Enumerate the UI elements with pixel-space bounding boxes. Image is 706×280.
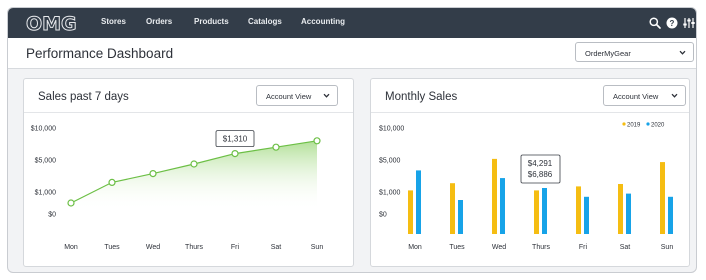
sales-tooltip: $1,310	[215, 130, 255, 148]
nav-item-orders[interactable]: Orders	[146, 17, 172, 26]
x-tick-label: Sat	[271, 244, 282, 251]
x-tick-label: Mon	[408, 244, 422, 251]
bar-2019	[408, 190, 413, 234]
x-tick-label: Sun	[661, 244, 674, 251]
monthly-account-view-value: Account View	[613, 92, 659, 101]
y-tick-label: $10,000	[31, 126, 56, 133]
legend-marker	[646, 122, 650, 126]
tooltip-label: $1,310	[223, 135, 248, 144]
bar-2019	[534, 190, 539, 234]
tooltip-label: $6,886	[528, 170, 553, 179]
top-navigation-bar: OMG Stores Orders Products Catalogs Acco…	[8, 8, 696, 38]
legend-label: 2019	[627, 123, 641, 129]
help-icon[interactable]: ?	[665, 16, 679, 30]
bar-2019	[660, 162, 665, 234]
y-tick-label: $1,000	[379, 190, 401, 197]
bar-2019	[618, 184, 623, 234]
x-tick-label: Thurs	[185, 244, 203, 251]
data-point	[190, 160, 198, 168]
y-tick-label: $5,000	[35, 158, 57, 165]
x-tick-label: Tues	[449, 244, 465, 251]
sales-account-view-value: Account View	[266, 92, 312, 101]
store-select[interactable]: OrderMyGear	[575, 42, 694, 62]
y-tick-label: $1,000	[35, 190, 57, 197]
sales-line-chart: $10,000 $5,000 $1,000 $0 Mon Tues Wed Thurs Fri S…	[31, 126, 324, 252]
chevron-down-icon	[678, 48, 687, 57]
monthly-card-title: Monthly Sales	[385, 91, 458, 103]
x-tick-label: Mon	[64, 244, 78, 251]
x-tick-label: Wed	[492, 244, 506, 251]
store-select-value: OrderMyGear	[585, 49, 631, 58]
data-point	[313, 137, 321, 145]
bar-2019	[576, 186, 581, 234]
monthly-tooltip: $4,291 $6,886	[520, 154, 561, 184]
x-tick-label: Tues	[104, 244, 120, 251]
bar-2020	[500, 178, 505, 234]
page-title: Performance Dashboard	[26, 46, 174, 61]
monthly-bar-chart: $10,000 $5,000 $1,000 $0 Mon Tues Wed Thurs Fri S…	[379, 122, 674, 251]
page-header: Performance Dashboard OrderMyGear	[8, 38, 696, 69]
data-point	[149, 169, 157, 178]
bar-2020	[542, 188, 547, 234]
chevron-down-icon	[670, 91, 679, 100]
sales-card-title: Sales past 7 days	[38, 91, 129, 103]
bar-2020	[626, 193, 631, 234]
x-tick-label: Sun	[311, 244, 324, 251]
data-point	[272, 143, 280, 151]
bar-2020	[458, 200, 463, 234]
x-tick-label: Fri	[579, 244, 588, 251]
x-tick-label: Wed	[146, 244, 160, 251]
sales-account-view-select[interactable]: Account View	[256, 85, 338, 106]
sales-area-fill	[71, 140, 317, 210]
data-point	[231, 149, 239, 158]
bar-2020	[416, 170, 421, 234]
legend-marker	[622, 122, 626, 126]
y-tick-label: $5,000	[379, 158, 401, 165]
y-tick-label: $0	[48, 212, 56, 219]
logo[interactable]: OMG	[26, 13, 78, 36]
sales-past-7-days-card: Sales past 7 days Account View $10,000 $5…	[23, 78, 354, 267]
data-point	[67, 199, 75, 207]
nav-item-accounting[interactable]: Accounting	[301, 17, 345, 26]
chevron-down-icon	[322, 91, 331, 100]
monthly-account-view-select[interactable]: Account View	[603, 85, 686, 106]
nav-item-stores[interactable]: Stores	[101, 17, 126, 26]
monthly-sales-card: Monthly Sales Account View $10,000 $5,000…	[370, 78, 690, 267]
x-tick-label: Thurs	[532, 244, 550, 251]
data-point	[108, 178, 116, 187]
y-tick-label: $0	[379, 212, 387, 219]
nav-item-products[interactable]: Products	[194, 17, 229, 26]
bar-2020	[584, 196, 589, 234]
search-icon[interactable]	[648, 16, 662, 30]
x-tick-label: Sat	[620, 244, 631, 251]
legend-label: 2020	[651, 123, 665, 129]
svg-text:?: ?	[670, 19, 675, 28]
bar-2019	[450, 183, 455, 234]
bar-2020	[668, 196, 673, 234]
bar-2019	[492, 158, 497, 234]
settings-sliders-icon[interactable]	[682, 16, 696, 30]
tooltip-label: $4,291	[528, 159, 553, 168]
y-tick-label: $10,000	[379, 126, 404, 133]
nav-item-catalogs[interactable]: Catalogs	[248, 17, 282, 26]
x-tick-label: Fri	[231, 244, 240, 251]
app-window: OMG Stores Orders Products Catalogs Acco…	[7, 7, 697, 273]
